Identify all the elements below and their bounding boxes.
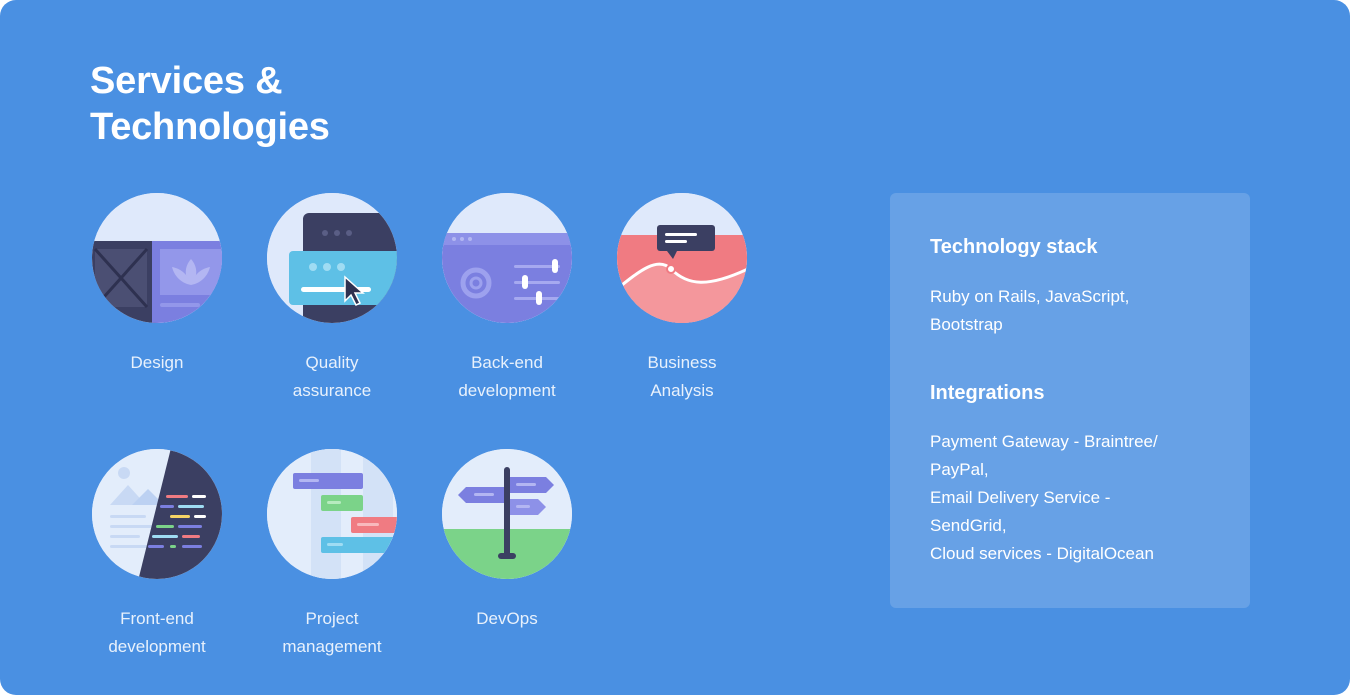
business-analysis-illustration-icon [617,193,747,323]
services-card: Services & Technologies Design Quality a… [0,0,1350,695]
integrations-heading: Integrations [930,382,1045,404]
technology-stack-heading: Technology stack [930,236,1098,258]
page-title: Services & Technologies [90,58,330,150]
backend-illustration-icon [442,193,572,323]
title-line-2: Technologies [90,106,330,148]
title-line-1: Services & [90,60,283,102]
service-label: Project management [282,609,382,656]
tech-info-panel: Technology stack Ruby on Rails, JavaScri… [890,193,1250,608]
service-backend-development: Back-end development [427,193,587,405]
service-frontend-development: Front-end development [77,449,237,661]
project-management-illustration-icon [267,449,397,579]
service-label: Business Analysis [647,353,717,400]
design-illustration-icon [92,193,222,323]
integrations-text: Payment Gateway - Braintree/ PayPal, Ema… [930,432,1158,563]
service-project-management: Project management [252,449,412,661]
service-label: DevOps [476,609,538,628]
service-quality-assurance: Quality assurance [252,193,412,405]
service-devops: DevOps [427,449,587,633]
service-business-analysis: Business Analysis [602,193,762,405]
frontend-illustration-icon [92,449,222,579]
service-label: Quality assurance [292,353,372,400]
technology-stack-text: Ruby on Rails, JavaScript, Bootstrap [930,287,1130,334]
service-label: Design [130,353,184,372]
devops-illustration-icon [442,449,572,579]
service-design: Design [77,193,237,377]
service-label: Front-end development [108,609,206,656]
service-label: Back-end development [458,353,556,400]
quality-assurance-illustration-icon [267,193,397,323]
